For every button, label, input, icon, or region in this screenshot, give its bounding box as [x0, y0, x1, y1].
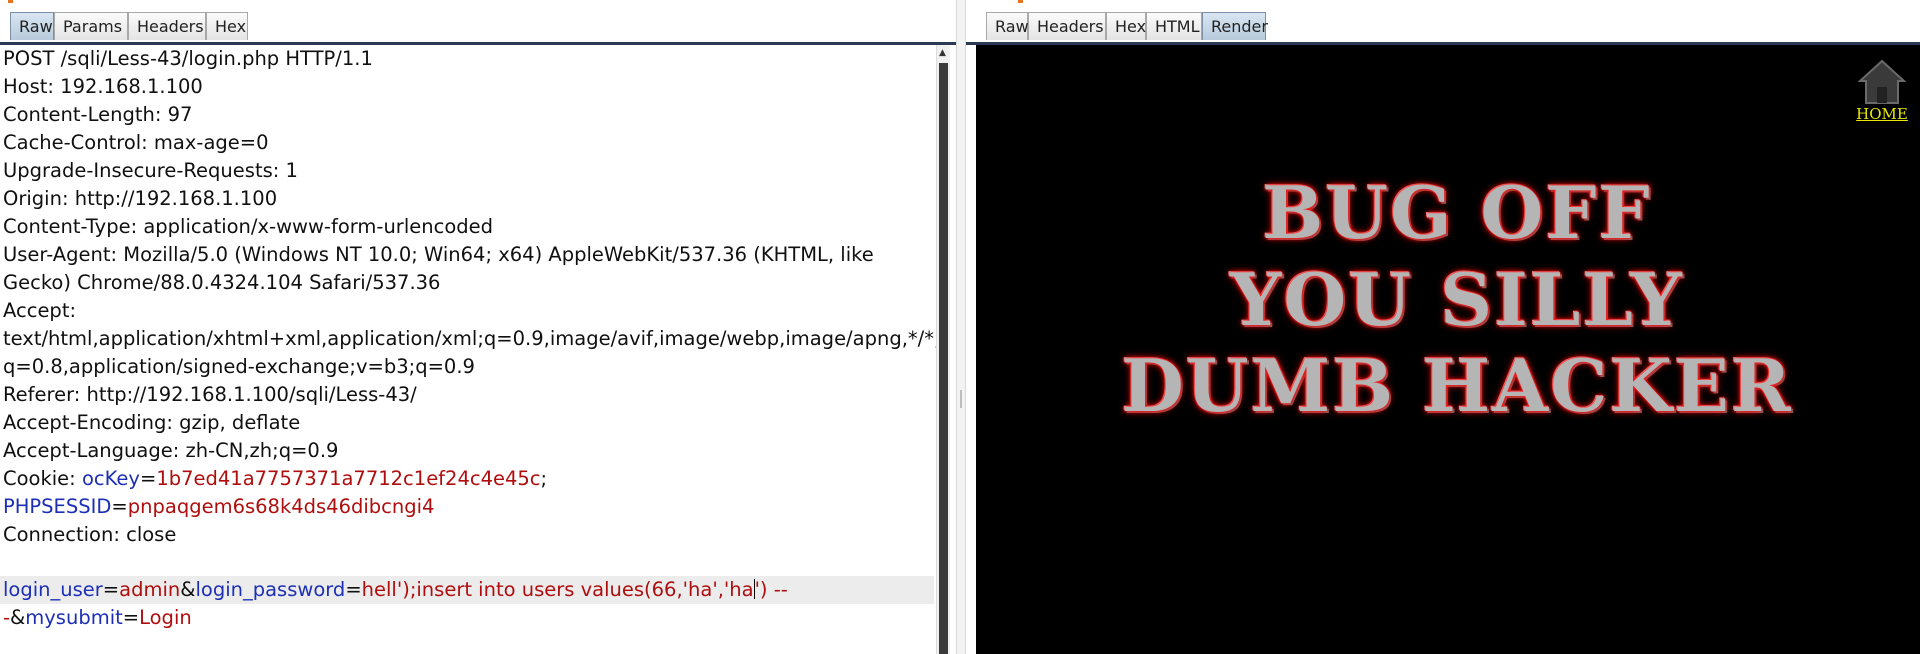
equals-sign: = [139, 467, 157, 490]
equals-sign: = [111, 495, 128, 518]
cookie-ockey-value: 1b7ed41a7757371a7712c1ef24c4e45c [156, 467, 541, 490]
pane-splitter[interactable] [956, 0, 966, 654]
header-content-length: Content-Length: 97 [3, 103, 193, 126]
param-login-password-name: login_password [195, 578, 346, 601]
tab-hex[interactable]: Hex [206, 12, 248, 40]
param-login-user-name: login_user [3, 578, 103, 601]
header-cookie: Cookie: ocKey=1b7ed41a7757371a7712c1ef24… [3, 465, 547, 493]
header-cache-control: Cache-Control: max-age=0 [3, 131, 269, 154]
equals-sign: = [122, 606, 140, 629]
header-accept-language: Accept-Language: zh-CN,zh;q=0.9 [3, 439, 339, 462]
ampersand: & [10, 606, 26, 629]
tab-raw[interactable]: Raw [10, 12, 54, 40]
equals-sign: = [102, 578, 120, 601]
tab-headers[interactable]: Headers [128, 12, 206, 40]
header-cookie-cont: PHPSESSID=pnpaqgem6s68k4ds46dibcngi4 [3, 493, 434, 521]
cookie-ockey-name: ocKey [81, 467, 140, 490]
param-login-password-value-end: ') -- [754, 578, 788, 601]
tab-render[interactable]: Render [1202, 12, 1268, 40]
body-line-1: login_user=admin&login_password=hell');i… [3, 576, 788, 604]
request-scrollbar[interactable]: ▲ [936, 45, 950, 654]
request-editor[interactable]: POST /sqli/Less-43/login.php HTTP/1.1 Ho… [0, 45, 936, 654]
cookie-phpsessid-value: pnpaqgem6s68k4ds46dibcngi4 [127, 495, 435, 518]
cookie-phpsessid-name: PHPSESSID [3, 495, 112, 518]
header-referer: Referer: http://192.168.1.100/sqli/Less-… [3, 383, 417, 406]
response-pane: Raw Headers Hex HTML Render HOME BUG OFF… [966, 0, 1920, 654]
body-line-2: -&mysubmit=Login [3, 604, 192, 632]
request-line: POST /sqli/Less-43/login.php HTTP/1.1 [3, 47, 373, 70]
banner-line-2: YOU SILLY [1230, 257, 1684, 342]
scrollbar-thumb[interactable] [939, 63, 948, 654]
cookie-label: Cookie: [3, 467, 82, 490]
tab-headers[interactable]: Headers [1028, 12, 1106, 40]
splitter-grip[interactable] [960, 390, 962, 408]
header-connection: Connection: close [3, 523, 177, 546]
response-tabbar: Raw Headers Hex HTML Render [966, 10, 1920, 45]
param-mysubmit-value: Login [139, 606, 192, 629]
home-link[interactable]: HOME [1854, 105, 1910, 123]
param-login-password-value: hell');insert into users values(66,'ha',… [361, 578, 754, 601]
orange-marker [1018, 0, 1023, 3]
header-user-agent-cont: Gecko) Chrome/88.0.4324.104 Safari/537.3… [3, 271, 441, 294]
param-login-password-value-cont: - [3, 606, 11, 629]
home-icon [1858, 59, 1906, 104]
request-tabbar: Raw Params Headers Hex [0, 10, 956, 45]
header-accept-value-cont: q=0.8,application/signed-exchange;v=b3;q… [3, 355, 475, 378]
header-accept-value: text/html,application/xhtml+xml,applicat… [3, 327, 936, 350]
param-login-user-value: admin [119, 578, 181, 601]
header-accept-encoding: Accept-Encoding: gzip, deflate [3, 411, 301, 434]
header-upgrade-insecure: Upgrade-Insecure-Requests: 1 [3, 159, 298, 182]
header-host: Host: 192.168.1.100 [3, 75, 203, 98]
scroll-up-arrow-icon[interactable]: ▲ [939, 48, 946, 58]
header-accept: Accept: [3, 299, 77, 322]
param-mysubmit-name: mysubmit [25, 606, 123, 629]
home-button[interactable]: HOME [1854, 59, 1910, 123]
orange-marker [8, 0, 13, 3]
header-user-agent: User-Agent: Mozilla/5.0 (Windows NT 10.0… [3, 243, 874, 266]
header-content-type: Content-Type: application/x-www-form-url… [3, 215, 494, 238]
tab-html[interactable]: HTML [1146, 12, 1202, 40]
tab-params[interactable]: Params [54, 12, 128, 40]
header-origin: Origin: http://192.168.1.100 [3, 187, 278, 210]
rendered-page: HOME BUG OFF YOU SILLY DUMB HACKER [976, 45, 1920, 654]
ampersand: & [180, 578, 196, 601]
request-pane: Raw Params Headers Hex POST /sqli/Less-4… [0, 0, 956, 654]
equals-sign: = [345, 578, 362, 601]
tab-hex[interactable]: Hex [1106, 12, 1146, 40]
tab-raw[interactable]: Raw [986, 12, 1029, 40]
banner-line-1: BUG OFF [1262, 170, 1652, 255]
cookie-separator: ; [540, 467, 548, 490]
banner-line-3: DUMB HACKER [1121, 343, 1793, 428]
